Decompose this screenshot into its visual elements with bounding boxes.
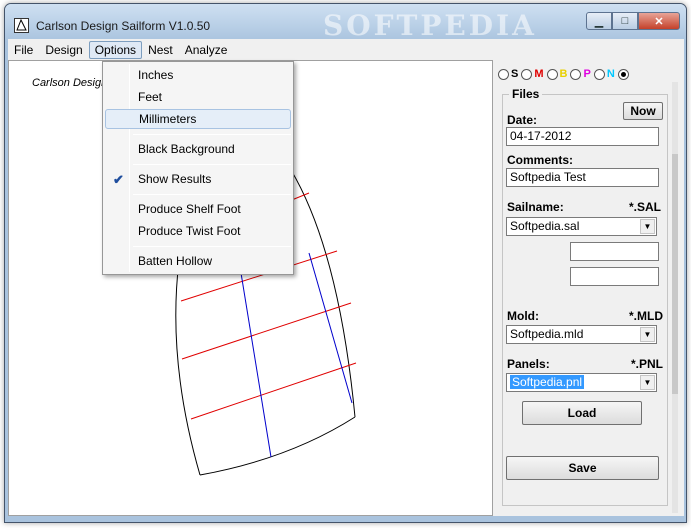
seam-line [190, 362, 357, 420]
menu-separator [133, 134, 291, 135]
menu-item-produce-twist-foot[interactable]: Produce Twist Foot [105, 221, 291, 241]
view-radio-n[interactable] [593, 68, 605, 80]
sailname-value: Softpedia.sal [510, 219, 580, 233]
options-dropdown-menu: Inches Feet Millimeters Black Background… [102, 61, 294, 275]
menu-item-feet[interactable]: Feet [105, 87, 291, 107]
date-label: Date: [507, 113, 538, 127]
title-bar[interactable]: Carlson Design Sailform V1.0.50 SOFTPEDI… [5, 4, 686, 42]
view-letter-s: S [511, 68, 519, 80]
sail-foot [199, 416, 356, 476]
menu-file[interactable]: File [8, 41, 39, 59]
chevron-down-icon[interactable]: ▼ [640, 327, 655, 342]
comments-field[interactable]: Softpedia Test [506, 168, 659, 187]
view-radio-m[interactable] [521, 68, 533, 80]
view-letter-m: M [534, 68, 544, 80]
panel-scrollbar[interactable] [672, 82, 678, 513]
menu-item-show-results[interactable]: ✔ Show Results [105, 169, 291, 189]
panels-value: Softpedia.pnl [510, 375, 585, 389]
sailname-select[interactable]: Softpedia.sal ▼ [506, 217, 657, 236]
chevron-down-icon[interactable]: ▼ [640, 219, 655, 234]
save-button[interactable]: Save [506, 456, 659, 480]
menu-item-show-results-label: Show Results [138, 172, 212, 186]
batten-line [240, 272, 272, 458]
mold-value: Softpedia.mld [510, 327, 584, 341]
view-selector: S M B P N [498, 68, 631, 80]
now-button[interactable]: Now [623, 102, 663, 120]
menu-item-inches[interactable]: Inches [105, 65, 291, 85]
mold-ext: *.MLD [629, 309, 663, 323]
menu-separator [133, 246, 291, 247]
panels-ext: *.PNL [630, 357, 663, 371]
checkmark-icon: ✔ [113, 172, 124, 187]
scrollbar-thumb[interactable] [672, 154, 678, 394]
view-radio-p[interactable] [570, 68, 582, 80]
menu-options[interactable]: Options [88, 40, 143, 59]
sailname-label: Sailname: [507, 200, 564, 214]
view-letter-p: P [583, 68, 591, 80]
mold-label: Mold: [507, 309, 539, 323]
view-radio-b[interactable] [546, 68, 558, 80]
menu-design[interactable]: Design [39, 41, 88, 59]
view-letter-b: B [559, 68, 568, 80]
sail-extra-field-2[interactable] [570, 267, 659, 286]
view-radio-selected[interactable] [617, 68, 629, 80]
batten-line [308, 252, 353, 404]
sail-luff [175, 260, 201, 476]
view-radio-s[interactable] [498, 68, 509, 80]
menu-separator [133, 194, 291, 195]
mold-select[interactable]: Softpedia.mld ▼ [506, 325, 657, 344]
menu-item-millimeters[interactable]: Millimeters [105, 109, 291, 129]
menu-item-batten-hollow[interactable]: Batten Hollow [105, 251, 291, 271]
files-group-title: Files [509, 87, 543, 101]
menu-item-produce-shelf-foot[interactable]: Produce Shelf Foot [105, 199, 291, 219]
files-group: Files Now Date: 04-17-2012 Comments: Sof… [502, 87, 668, 506]
minimize-button[interactable]: ▁ [586, 12, 612, 30]
chevron-down-icon[interactable]: ▼ [640, 375, 655, 390]
app-icon [14, 18, 29, 33]
watermark: SOFTPEDIA [323, 9, 537, 42]
menu-analyze[interactable]: Analyze [179, 41, 234, 59]
window-title: Carlson Design Sailform V1.0.50 [36, 19, 211, 33]
menu-item-black-background[interactable]: Black Background [105, 139, 291, 159]
maximize-button[interactable]: □ [612, 12, 638, 30]
menu-nest[interactable]: Nest [142, 41, 179, 59]
files-side-panel: S M B P N Files Now Date: 04-17-2012 Com… [496, 60, 678, 516]
load-button[interactable]: Load [522, 401, 642, 425]
window-controls: ▁ □ ✕ [586, 12, 680, 30]
menu-separator [133, 164, 291, 165]
view-letter-n: N [606, 68, 615, 80]
comments-label: Comments: [507, 153, 574, 167]
menu-bar: File Design Options Nest Analyze [8, 39, 684, 60]
date-field[interactable]: 04-17-2012 [506, 127, 659, 146]
sail-extra-field-1[interactable] [570, 242, 659, 261]
close-button[interactable]: ✕ [638, 12, 680, 30]
panels-select[interactable]: Softpedia.pnl ▼ [506, 373, 657, 392]
sailname-ext: *.SAL [628, 200, 661, 214]
panels-label: Panels: [507, 357, 550, 371]
